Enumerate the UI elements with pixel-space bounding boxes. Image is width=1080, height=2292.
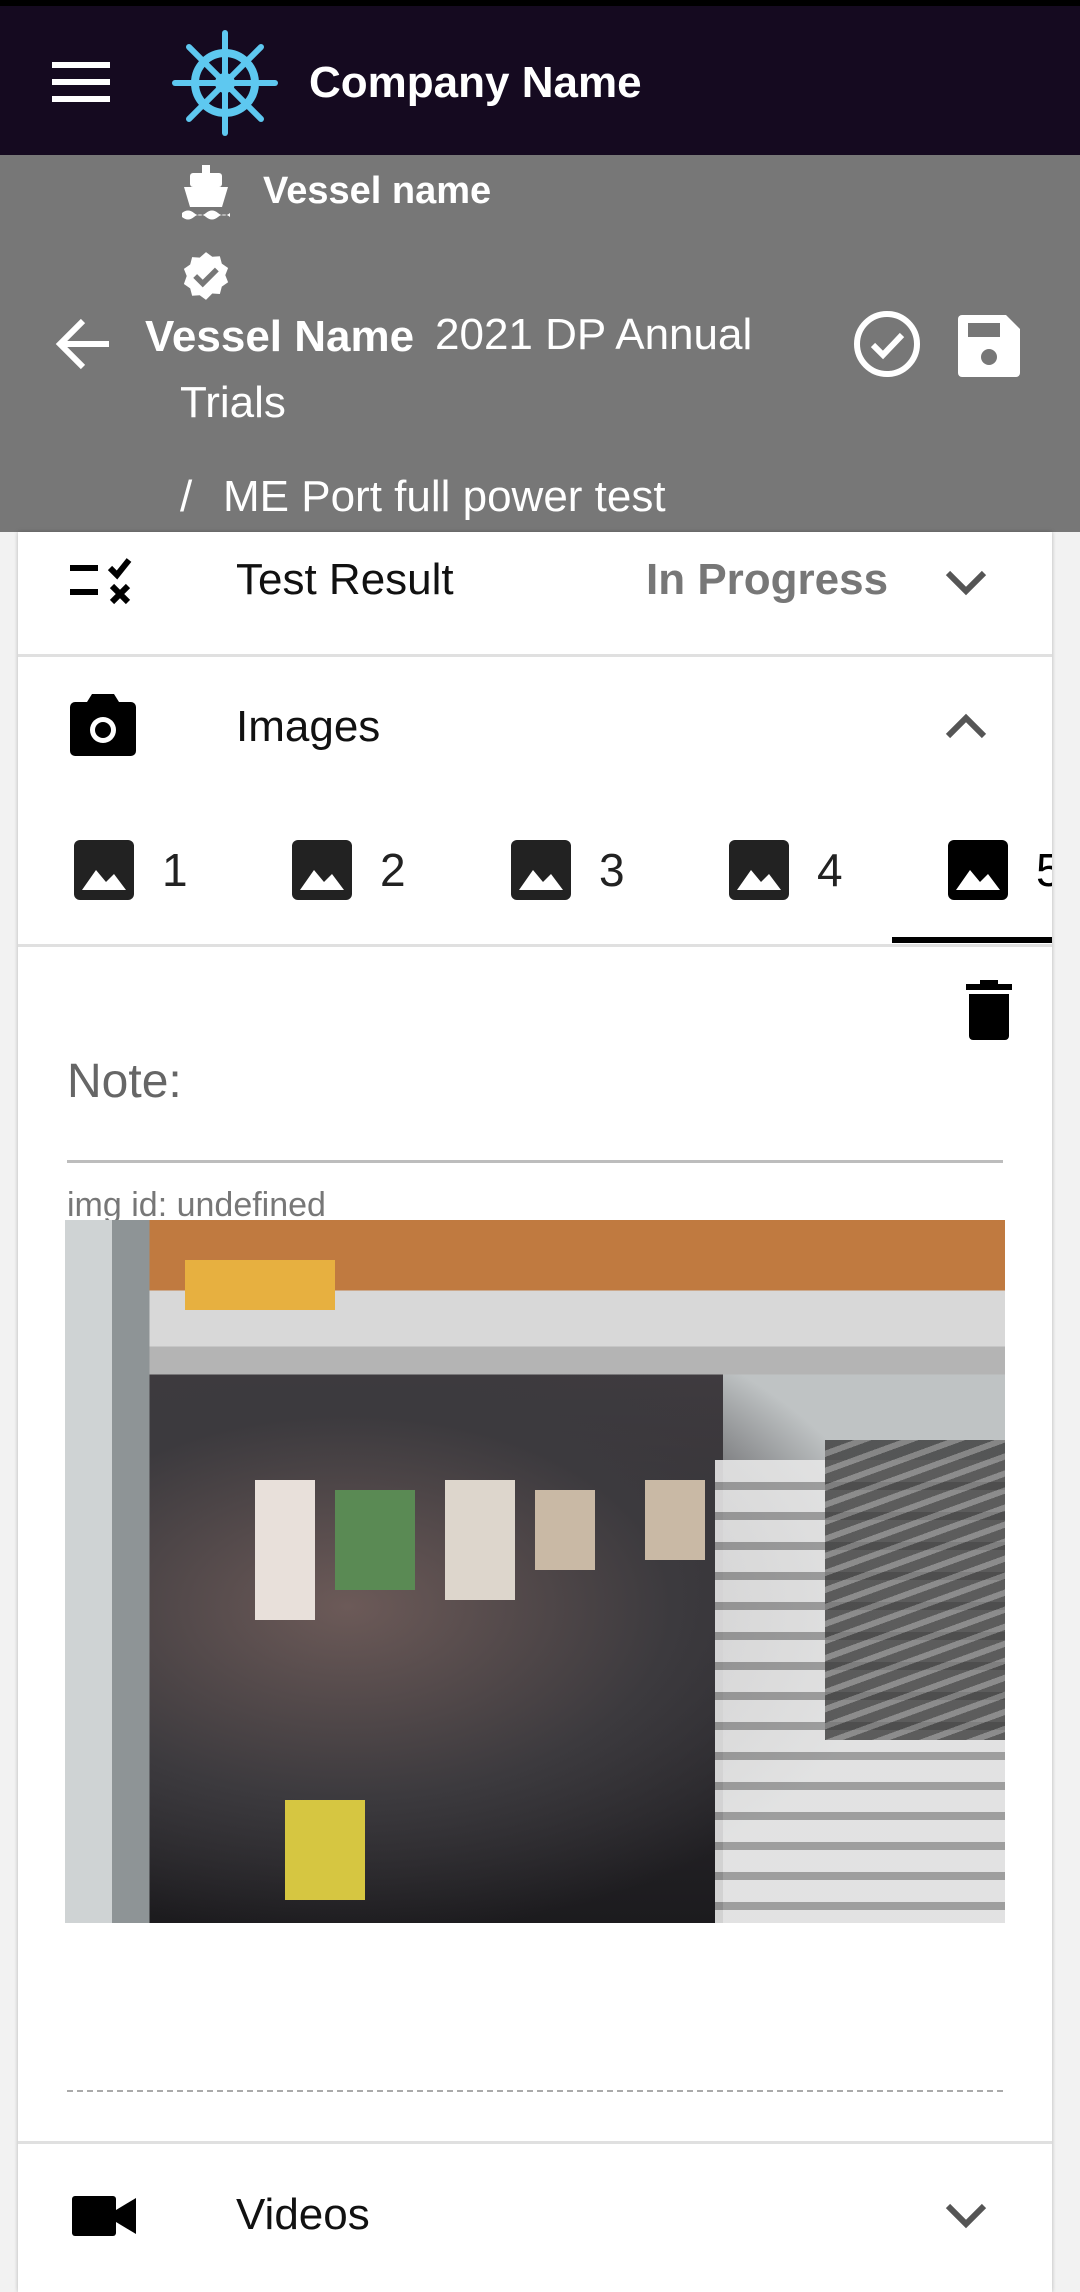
test-result-row[interactable] <box>18 532 1052 654</box>
image-icon <box>292 840 352 900</box>
breadcrumb-separator: / <box>180 472 193 521</box>
ships-wheel-logo-icon <box>170 28 280 138</box>
vessel-name: Vessel Name <box>145 312 415 361</box>
divider <box>18 944 1052 947</box>
verified-icon <box>180 250 232 302</box>
image-icon <box>74 840 134 900</box>
image-icon <box>511 840 571 900</box>
camera-icon <box>70 694 136 756</box>
images-label: Images <box>236 702 381 751</box>
test-result-status[interactable]: In Progress <box>646 555 888 605</box>
videos-label: Videos <box>236 2190 370 2239</box>
divider <box>18 654 1052 657</box>
image-tab-5-active[interactable]: 5 <box>892 800 1052 945</box>
note-input[interactable]: Note: <box>67 1050 1003 1163</box>
image-tab-1[interactable]: 1 <box>74 835 188 905</box>
chevron-up-icon[interactable] <box>945 713 987 739</box>
image-tab-3[interactable]: 3 <box>511 835 625 905</box>
back-arrow-icon[interactable] <box>55 318 111 370</box>
test-result-label: Test Result <box>236 555 454 604</box>
ship-icon <box>180 165 232 220</box>
electrical-cabinet-photo <box>65 1220 1005 1923</box>
company-name: Company Name <box>309 58 642 107</box>
videos-row[interactable] <box>18 2144 1052 2271</box>
image-icon <box>948 840 1008 900</box>
menu-icon[interactable] <box>52 62 110 102</box>
image-tab-label: 3 <box>599 844 625 896</box>
image-icon <box>729 840 789 900</box>
trial-title-cont: Trials <box>180 378 286 427</box>
image-tab-label: 2 <box>380 844 406 896</box>
complete-check-icon[interactable] <box>853 310 921 378</box>
chevron-down-icon[interactable] <box>945 570 987 596</box>
image-tab-label: 4 <box>817 844 843 896</box>
image-tab-2[interactable]: 2 <box>292 835 406 905</box>
chevron-down-icon[interactable] <box>945 2203 987 2229</box>
note-label: Note: <box>67 1055 182 1108</box>
image-tab-4[interactable]: 4 <box>729 835 843 905</box>
vessel-label: Vessel name <box>263 170 492 212</box>
active-tab-indicator <box>892 937 1052 943</box>
checklist-icon <box>70 558 136 606</box>
image-tab-label: 5 <box>1036 844 1052 896</box>
dashed-separator <box>67 2090 1003 2092</box>
save-icon[interactable] <box>958 315 1020 377</box>
image-tab-label: 1 <box>162 844 188 896</box>
delete-trash-icon[interactable] <box>966 980 1012 1040</box>
trial-title: 2021 DP Annual <box>435 310 753 359</box>
breadcrumb-test-name: ME Port full power test <box>223 472 666 521</box>
video-camera-icon <box>72 2196 136 2236</box>
